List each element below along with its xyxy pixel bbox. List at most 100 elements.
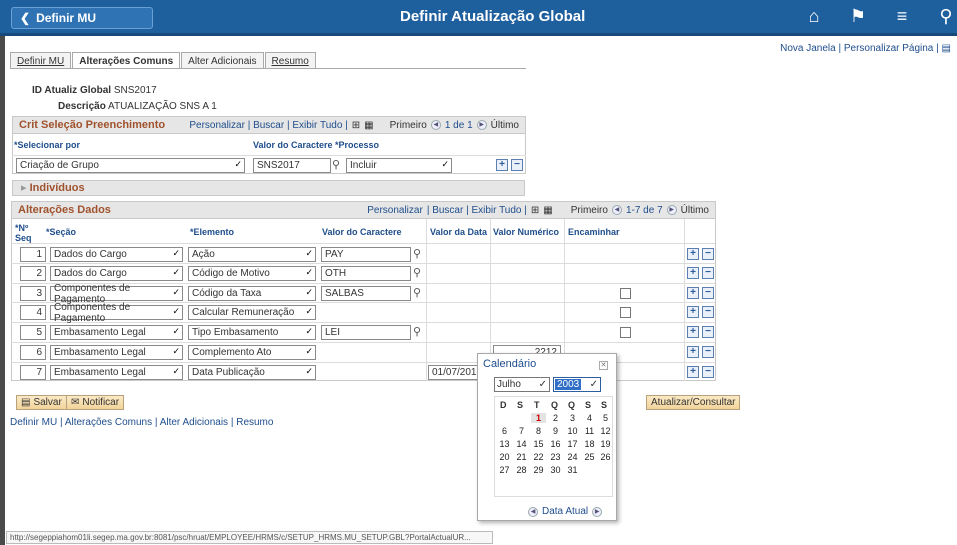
forward-checkbox[interactable] [620,327,631,338]
lookup-icon[interactable]: ⚲ [413,325,421,338]
new-window-link[interactable]: Nova Janela [780,43,836,54]
seq-input[interactable]: 4 [20,305,46,320]
forward-checkbox[interactable] [620,288,631,299]
individuos-section[interactable]: ▸ Indivíduos [12,180,525,196]
char-value-input[interactable]: OTH [321,266,411,281]
calendar-day[interactable]: 15 [531,439,546,449]
update-query-button[interactable]: Atualizar/Consultar [646,395,740,410]
calendar-day[interactable]: 4 [582,413,597,423]
seq-input[interactable]: 6 [20,345,46,360]
section-dropdown[interactable]: Dados do Cargo ✓ [50,266,183,281]
calendar-day[interactable]: 20 [497,452,512,462]
calendar-day[interactable]: 31 [565,465,580,475]
year-dropdown[interactable]: 2003 ✓ [553,377,601,392]
calendar-day[interactable]: 6 [497,426,512,436]
calendar-day[interactable]: 8 [531,426,546,436]
calendar-day[interactable]: 13 [497,439,512,449]
char-value-input[interactable]: SALBAS [321,286,411,301]
personalize-page-link[interactable]: Personalizar Página [844,43,934,54]
add-row-icon[interactable]: + [496,159,508,171]
calendar-day[interactable]: 21 [514,452,529,462]
calendar-day[interactable]: 18 [582,439,597,449]
changes-nav-links[interactable]: | Buscar | Exibir Tudo | [427,205,527,216]
element-dropdown[interactable]: Código da Taxa ✓ [188,286,316,301]
add-row-icon[interactable]: + [687,267,699,279]
seq-input[interactable]: 5 [20,325,46,340]
delete-row-icon[interactable]: − [702,287,714,299]
calendar-day[interactable]: 5 [598,413,613,423]
calendar-day[interactable]: 1 [531,413,546,423]
tab-definir-mu[interactable]: Definir MU [10,52,72,69]
seq-input[interactable]: 2 [20,266,46,281]
tab-alteracoes-comuns[interactable]: Alterações Comuns [72,52,181,69]
notify-button[interactable]: ✉ Notificar [66,395,125,410]
element-dropdown[interactable]: Tipo Embasamento ✓ [188,325,316,340]
section-dropdown[interactable]: Componentes de Pagamento ✓ [50,302,183,324]
process-dropdown[interactable]: Incluir ✓ [346,158,452,173]
char-value-input[interactable]: SNS2017 [253,158,331,173]
zoom-icon[interactable]: ⊞ [531,205,539,216]
calendar-day[interactable]: 9 [548,426,563,436]
bottom-nav-links[interactable]: Definir MU | Alterações Comuns | Alter A… [10,417,273,428]
calendar-day[interactable]: 23 [548,452,563,462]
element-dropdown[interactable]: Ação ✓ [188,247,316,262]
lookup-icon[interactable]: ⚲ [413,247,421,260]
calendar-day[interactable]: 27 [497,465,512,475]
char-value-input[interactable]: LEI [321,325,411,340]
delete-row-icon[interactable]: − [702,366,714,378]
calendar-day[interactable]: 22 [531,452,546,462]
back-button[interactable]: ❮ Definir MU [11,7,153,29]
personalize-link[interactable]: Personalizar [367,205,423,216]
delete-row-icon[interactable]: − [702,306,714,318]
delete-row-icon[interactable]: − [702,267,714,279]
calendar-day[interactable]: 24 [565,452,580,462]
add-row-icon[interactable]: + [687,346,699,358]
prev-icon[interactable]: ◀ [430,120,441,130]
element-dropdown[interactable]: Data Publicação ✓ [188,365,316,380]
prev-month-icon[interactable]: ◀ [528,506,538,517]
delete-row-icon[interactable]: − [702,346,714,358]
export-icon[interactable]: ▦ [364,120,373,131]
section-dropdown[interactable]: Embasamento Legal ✓ [50,345,183,360]
save-button[interactable]: ▤ Salvar [16,395,67,410]
lookup-icon[interactable]: ⚲ [413,266,421,279]
calendar-day[interactable]: 29 [531,465,546,475]
seq-input[interactable]: 1 [20,247,46,262]
flag-icon[interactable]: ⚑ [847,6,869,27]
select-by-dropdown[interactable]: Criação de Grupo ✓ [16,158,245,173]
seq-input[interactable]: 3 [20,286,46,301]
calendar-day[interactable]: 19 [598,439,613,449]
section-dropdown[interactable]: Embasamento Legal ✓ [50,325,183,340]
zoom-icon[interactable]: ⊞ [352,120,360,131]
calendar-day[interactable]: 28 [514,465,529,475]
seq-input[interactable]: 7 [20,365,46,380]
section-dropdown[interactable]: Componentes de Pagamento ✓ [50,283,183,305]
tab-alter-adicionais[interactable]: Alter Adicionais [181,52,264,69]
calendar-day[interactable]: 12 [598,426,613,436]
element-dropdown[interactable]: Complemento Ato ✓ [188,345,316,360]
element-dropdown[interactable]: Calcular Remuneração ✓ [188,305,316,320]
add-row-icon[interactable]: + [687,366,699,378]
month-dropdown[interactable]: Julho ✓ [494,377,550,392]
calendar-day[interactable]: 3 [565,413,580,423]
section-dropdown[interactable]: Dados do Cargo ✓ [50,247,183,262]
calendar-day[interactable]: 7 [514,426,529,436]
lookup-icon[interactable]: ⚲ [332,158,340,171]
page-icon[interactable]: ▤ [942,43,951,54]
criteria-nav-links[interactable]: Personalizar | Buscar | Exibir Tudo | [189,120,347,131]
delete-row-icon[interactable]: − [702,326,714,338]
add-row-icon[interactable]: + [687,248,699,260]
forward-checkbox[interactable] [620,307,631,318]
calendar-day[interactable]: 16 [548,439,563,449]
calendar-day[interactable]: 11 [582,426,597,436]
delete-row-icon[interactable]: − [702,248,714,260]
add-row-icon[interactable]: + [687,287,699,299]
tab-resumo[interactable]: Resumo [264,52,316,69]
home-icon[interactable]: ⌂ [803,6,825,27]
element-dropdown[interactable]: Código de Motivo ✓ [188,266,316,281]
calendar-day[interactable]: 25 [582,452,597,462]
next-icon[interactable]: ▶ [476,120,487,130]
next-icon[interactable]: ▶ [666,205,677,215]
calendar-day[interactable]: 10 [565,426,580,436]
lookup-icon[interactable]: ⚲ [413,286,421,299]
